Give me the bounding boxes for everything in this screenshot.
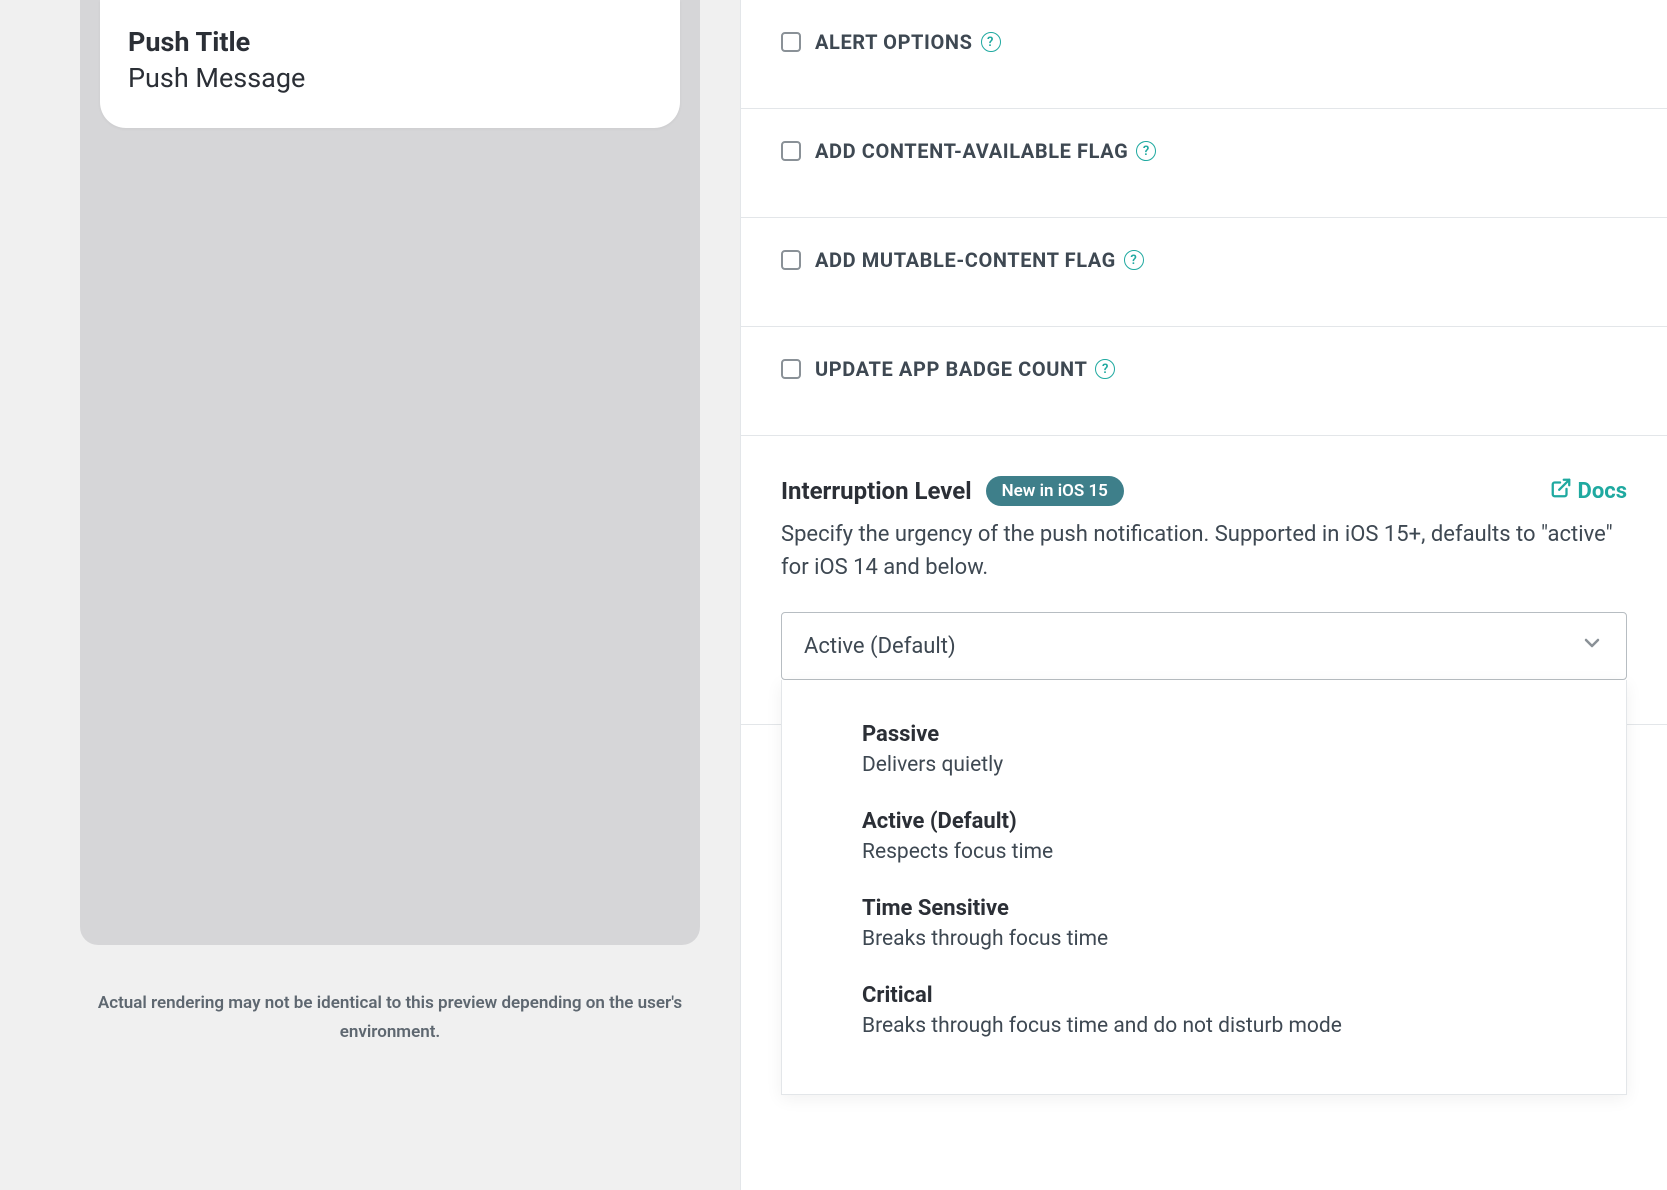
option-desc: Breaks through focus time and do not dis… [862, 1014, 1576, 1038]
option-badge-count: Update App Badge Count ? [741, 327, 1667, 436]
option-title: Critical [862, 983, 1576, 1008]
help-icon[interactable]: ? [1136, 141, 1156, 161]
new-ios15-badge: New in iOS 15 [986, 476, 1124, 506]
option-title: Time Sensitive [862, 896, 1576, 921]
interruption-title: Interruption Level [781, 477, 972, 505]
interruption-option-passive[interactable]: Passive Delivers quietly [862, 706, 1576, 793]
preview-column: Push Title Push Message Actual rendering… [0, 0, 740, 1190]
help-icon[interactable]: ? [981, 32, 1001, 52]
chevron-down-icon [1580, 631, 1604, 661]
alert-options-checkbox[interactable] [781, 32, 801, 52]
option-alert-options: Alert Options ? [741, 0, 1667, 109]
interruption-description: Specify the urgency of the push notifica… [781, 518, 1627, 584]
push-title: Push Title [128, 26, 652, 58]
mutable-content-checkbox[interactable] [781, 250, 801, 270]
external-link-icon [1550, 477, 1572, 505]
push-message: Push Message [128, 62, 652, 94]
content-available-text: Add Content-Available Flag [815, 139, 1128, 163]
mutable-content-label: Add Mutable-Content Flag ? [815, 248, 1144, 272]
option-desc: Respects focus time [862, 840, 1576, 864]
badge-count-label: Update App Badge Count ? [815, 357, 1115, 381]
option-content-available: Add Content-Available Flag ? [741, 109, 1667, 218]
interruption-selected-value: Active (Default) [804, 634, 956, 659]
option-title: Passive [862, 722, 1576, 747]
option-mutable-content: Add Mutable-Content Flag ? [741, 218, 1667, 327]
content-available-label: Add Content-Available Flag ? [815, 139, 1156, 163]
interruption-dropdown: Passive Delivers quietly Active (Default… [781, 680, 1627, 1095]
preview-footnote: Actual rendering may not be identical to… [80, 989, 700, 1047]
alert-options-label: Alert Options ? [815, 30, 1001, 54]
interruption-level-select[interactable]: Active (Default) [781, 612, 1627, 680]
interruption-level-section: Interruption Level New in iOS 15 Docs Sp… [741, 436, 1667, 725]
settings-column: Alert Options ? Add Content-Available Fl… [740, 0, 1667, 1190]
help-icon[interactable]: ? [1124, 250, 1144, 270]
badge-count-text: Update App Badge Count [815, 357, 1087, 381]
docs-label: Docs [1578, 479, 1627, 504]
content-available-checkbox[interactable] [781, 141, 801, 161]
phone-preview: Push Title Push Message [80, 0, 700, 945]
badge-count-checkbox[interactable] [781, 359, 801, 379]
alert-options-text: Alert Options [815, 30, 973, 54]
option-title: Active (Default) [862, 809, 1576, 834]
mutable-content-text: Add Mutable-Content Flag [815, 248, 1116, 272]
docs-link[interactable]: Docs [1550, 477, 1627, 505]
option-desc: Breaks through focus time [862, 927, 1576, 951]
interruption-option-active[interactable]: Active (Default) Respects focus time [862, 793, 1576, 880]
help-icon[interactable]: ? [1095, 359, 1115, 379]
interruption-option-time-sensitive[interactable]: Time Sensitive Breaks through focus time [862, 880, 1576, 967]
option-desc: Delivers quietly [862, 753, 1576, 777]
interruption-header: Interruption Level New in iOS 15 Docs [781, 476, 1627, 506]
push-notification-card: Push Title Push Message [100, 0, 680, 128]
interruption-option-critical[interactable]: Critical Breaks through focus time and d… [862, 967, 1576, 1054]
